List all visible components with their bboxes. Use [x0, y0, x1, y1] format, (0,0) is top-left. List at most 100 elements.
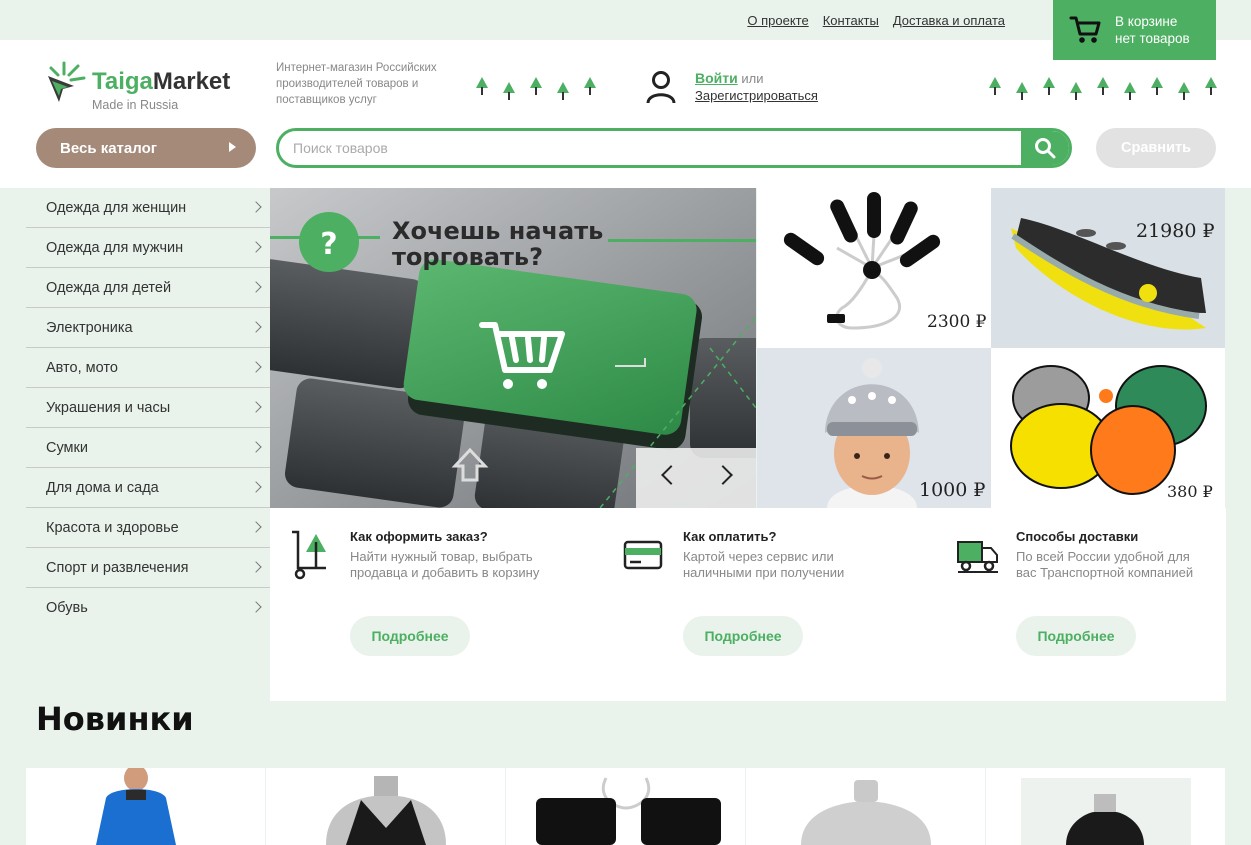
category-item[interactable]: Спорт и развлечения	[26, 548, 270, 588]
chevron-right-icon	[250, 561, 262, 573]
chevron-right-icon	[250, 321, 262, 333]
category-item[interactable]: Электроника	[26, 308, 270, 348]
cart-button[interactable]: В корзине нет товаров	[1053, 0, 1216, 60]
chevron-right-icon	[250, 401, 262, 413]
search-bar	[276, 128, 1072, 168]
more-button[interactable]: Подробнее	[683, 616, 803, 656]
info-description: Картой через сервис или наличными при по…	[683, 549, 845, 580]
tree-icon	[1205, 77, 1217, 95]
category-label: Одежда для мужчин	[46, 239, 184, 256]
more-button[interactable]: Подробнее	[350, 616, 470, 656]
mannequin-top-image	[801, 780, 931, 845]
new-arrivals-title: Новинки	[36, 700, 194, 738]
category-item[interactable]: Красота и здоровье	[26, 508, 270, 548]
chevron-right-icon	[250, 201, 262, 213]
product-card[interactable]	[26, 768, 265, 845]
category-item[interactable]: Для дома и сада	[26, 468, 270, 508]
category-item[interactable]: Одежда для женщин	[26, 188, 270, 228]
tree-icon	[530, 77, 542, 95]
product-card[interactable]	[986, 768, 1225, 845]
search-button[interactable]	[1021, 131, 1069, 165]
logo-arrow-icon	[48, 61, 86, 102]
chevron-right-icon	[250, 601, 262, 613]
category-label: Обувь	[46, 600, 88, 616]
logo-brand-market: Market	[152, 68, 231, 95]
tree-decoration-left	[475, 76, 597, 101]
new-arrivals-list	[26, 768, 1226, 845]
all-catalog-label: Весь каталог	[60, 139, 157, 157]
chevron-right-icon	[250, 241, 262, 253]
category-label: Сумки	[46, 439, 88, 456]
tree-icon	[1151, 77, 1163, 95]
chevron-right-icon[interactable]	[713, 465, 733, 485]
info-title: Как оплатить?	[683, 529, 777, 544]
tagline: Интернет-магазин Российских производител…	[276, 62, 437, 106]
tree-icon	[1178, 82, 1190, 100]
top-link-about[interactable]: О проекте	[747, 13, 808, 28]
tree-icon	[989, 77, 1001, 95]
banner-headline: Хочешь начать торговать?	[392, 218, 603, 270]
promo-banner[interactable]: ? Хочешь начать торговать?	[270, 188, 756, 508]
category-label: Красота и здоровье	[46, 519, 179, 536]
tree-icon	[1070, 82, 1082, 100]
more-button[interactable]: Подробнее	[1016, 616, 1136, 656]
category-label: Электроника	[46, 319, 133, 336]
all-catalog-button[interactable]: Весь каталог	[36, 128, 256, 168]
product-card[interactable]	[746, 768, 985, 845]
tree-icon	[1097, 77, 1109, 95]
category-item[interactable]: Одежда для детей	[26, 268, 270, 308]
compare-button[interactable]: Сравнить	[1096, 128, 1216, 168]
product-tile-usb-heater[interactable]: 2300 ₽	[757, 188, 991, 348]
register-link[interactable]: Зарегистрироваться	[695, 87, 818, 104]
category-label: Спорт и развлечения	[46, 559, 189, 576]
product-tile-kids-hat[interactable]: 1000 ₽	[757, 348, 991, 508]
banner-headline-line1: Хочешь начать	[392, 217, 604, 245]
product-tile-sled-pads[interactable]: 380 ₽	[991, 348, 1225, 508]
category-item[interactable]: Обувь	[26, 588, 270, 628]
blue-jacket-image	[96, 768, 176, 845]
category-label: Одежда для детей	[46, 279, 172, 296]
search-input[interactable]	[279, 131, 1024, 165]
product-tile-banana-boat[interactable]: 21980 ₽	[991, 188, 1225, 348]
category-item[interactable]: Авто, мото	[26, 348, 270, 388]
delivery-truck-icon	[957, 541, 998, 573]
info-block-order: Как оформить заказ? Найти нужный товар, …	[290, 526, 590, 696]
category-item[interactable]: Украшения и часы	[26, 388, 270, 428]
inflatable-banana-boat-image	[1011, 218, 1206, 330]
chevron-right-icon	[250, 361, 262, 373]
top-link-delivery[interactable]: Доставка и оплата	[893, 13, 1005, 28]
logo-subtitle: Made in Russia	[92, 98, 179, 112]
header: TaigaMarket Made in Russia Интернет-мага…	[0, 40, 1251, 188]
product-card[interactable]	[506, 768, 745, 845]
product-price: 2300 ₽	[927, 312, 987, 332]
info-block-payment: Как оплатить? Картой через сервис или на…	[623, 526, 923, 696]
tree-icon	[1043, 77, 1055, 95]
category-item[interactable]: Сумки	[26, 428, 270, 468]
chevron-left-icon[interactable]	[661, 465, 681, 485]
cart-status: нет товаров	[1115, 31, 1190, 46]
top-link-contacts[interactable]: Контакты	[823, 13, 879, 28]
user-icon	[646, 71, 676, 104]
info-description: Найти нужный товар, выбрать продавца и д…	[350, 549, 540, 580]
category-item[interactable]: Одежда для мужчин	[26, 228, 270, 268]
question-mark-icon: ?	[320, 227, 337, 262]
banner-nav	[636, 448, 756, 508]
dark-garment-image	[1021, 778, 1191, 845]
info-panel: Как оформить заказ? Найти нужный товар, …	[270, 508, 1226, 701]
product-price: 380 ₽	[1167, 482, 1213, 501]
search-icon	[1035, 138, 1056, 159]
category-label: Украшения и часы	[46, 399, 171, 416]
tree-icon	[1124, 82, 1136, 100]
tree-decoration-right	[988, 76, 1218, 101]
chevron-right-icon	[250, 481, 262, 493]
logo-brand-taiga: Taiga	[92, 68, 153, 95]
login-link[interactable]: Войти	[695, 70, 738, 86]
product-price: 1000 ₽	[919, 479, 986, 501]
tree-icon	[476, 77, 488, 95]
logo[interactable]: TaigaMarket Made in Russia	[44, 60, 230, 112]
product-card[interactable]	[266, 768, 505, 845]
chevron-right-icon	[250, 441, 262, 453]
svg-text:?: ?	[320, 227, 337, 262]
chevron-right-icon	[250, 281, 262, 293]
info-title: Способы доставки	[1016, 529, 1139, 544]
